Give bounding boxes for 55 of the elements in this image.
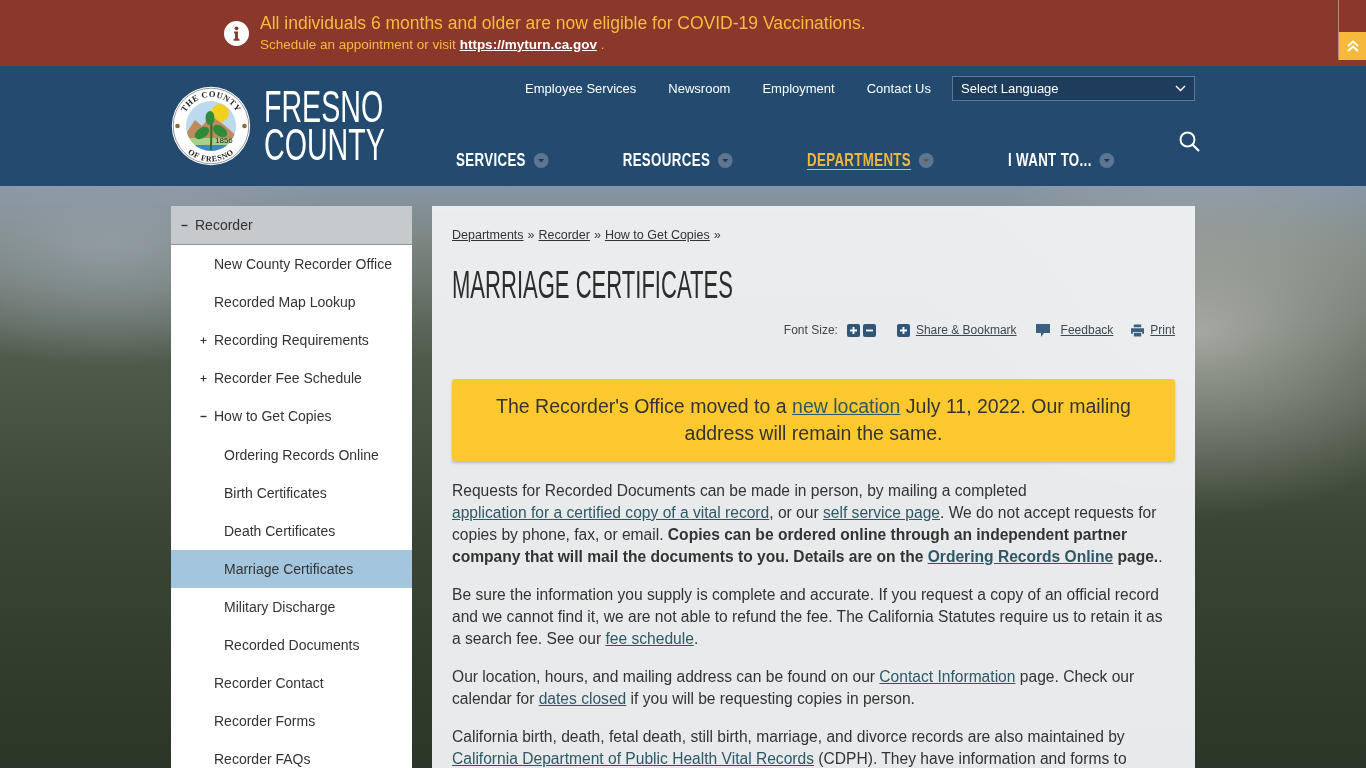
utility-link[interactable]: Contact Us <box>866 81 931 96</box>
text-link[interactable]: dates closed <box>538 690 627 707</box>
text-link[interactable]: Ordering Records Online <box>927 548 1114 565</box>
sidebar-item[interactable]: Marriage Certificates <box>171 549 412 588</box>
utility-link[interactable]: Employee Services <box>525 81 637 96</box>
plus-square-icon[interactable] <box>846 323 860 337</box>
text-link[interactable]: California Department of Public Health Vital Records <box>452 750 814 767</box>
alert-message: Schedule an appointment or visit https://myturn.ca.gov . <box>260 35 606 54</box>
search-icon[interactable] <box>1179 131 1200 152</box>
body-paragraph: California birth, death, fetal death, still birth, marriage, and divorce records are also maintained by California Department of Public Health Vital Records (CDPH). They have information and forms to <box>452 727 1128 768</box>
caret-down-icon <box>1099 152 1115 168</box>
utility-link[interactable]: Newsroom <box>668 81 731 96</box>
text-link[interactable]: self service page <box>823 504 940 521</box>
speech-bubble-icon <box>1034 322 1051 338</box>
breadcrumb-separator: » <box>527 228 535 242</box>
nav-link[interactable]: SERVICES <box>456 149 549 171</box>
caret-down-icon <box>918 152 934 168</box>
breadcrumb-link[interactable]: How to Get Copies <box>604 228 710 242</box>
page-title: MARRIAGE CERTIFICATES <box>452 263 733 307</box>
feedback-link[interactable]: Feedback <box>1034 322 1114 338</box>
text-link[interactable]: new location <box>792 395 901 417</box>
body-paragraph: Requests for Recorded Documents can be made in person, by mailing a completed application for a certified copy of a vital record, or our self service page. We do not accept requests for copies by phone, fax, or email. Copies can be ordered online through an independent partner company that will mail the documents to you. Details are on the Ordering Records Online page.. <box>452 481 1164 567</box>
notice-text: The Recorder's Office moved to a new location July 11, 2022. Our mailing address will remain the same. <box>495 394 1132 446</box>
caret-down-icon <box>717 152 733 168</box>
alert-headline: All individuals 6 months and older are now eligible for COVID-19 Vaccinations. <box>260 11 866 34</box>
logo-text: COUNTY <box>264 126 385 164</box>
nav-link[interactable]: I WANT TO... <box>1007 149 1115 171</box>
plus-square-icon <box>896 323 910 337</box>
body-paragraph: Our location, hours, and mailing address can be found on our Contact Information page. Check our calendar for dates closed if you will be requesting copies in person. <box>452 667 1136 709</box>
sidebar-item[interactable]: Recorder <box>171 206 412 245</box>
text-link[interactable]: Contact Information <box>879 668 1016 685</box>
nav-link[interactable]: RESOURCES <box>622 149 733 171</box>
double-chevron-up-icon <box>1345 39 1360 53</box>
print-link[interactable]: Print <box>1131 323 1175 337</box>
breadcrumb-link[interactable]: Departments <box>452 228 524 242</box>
utility-link[interactable]: Employment <box>762 81 835 96</box>
alert-link[interactable]: https://myturn.ca.gov <box>459 36 597 52</box>
logo-text: FRESNO <box>264 88 384 126</box>
printer-icon <box>1131 323 1145 337</box>
nav-link[interactable]: DEPARTMENTS <box>806 149 934 171</box>
body-paragraph: Be sure the information you supply is complete and accurate. If you request a copy of an official record and we cannot find it, we are not able to refund the fee. The California Statutes require us to retain it as a search fee. See our fee schedule. <box>452 585 1164 649</box>
caret-down-icon <box>533 152 549 168</box>
breadcrumb-separator: » <box>713 228 721 242</box>
text-link[interactable]: fee schedule <box>605 630 694 647</box>
language-select[interactable]: Select Language <box>952 76 1195 101</box>
minus-square-icon[interactable] <box>862 323 876 337</box>
text-link[interactable]: application for a certified copy of a vital record <box>452 504 770 521</box>
seal-year: 1856 <box>215 136 233 145</box>
breadcrumb-link[interactable]: Recorder <box>538 228 590 242</box>
font-size-label: Font Size: <box>783 323 838 337</box>
breadcrumb-separator: » <box>593 228 601 242</box>
chevron-down-icon <box>1175 85 1186 92</box>
info-icon <box>224 20 249 46</box>
seal-text: OF FRESNO <box>186 147 236 164</box>
share-bookmark-link[interactable]: Share & Bookmark <box>896 323 1017 337</box>
